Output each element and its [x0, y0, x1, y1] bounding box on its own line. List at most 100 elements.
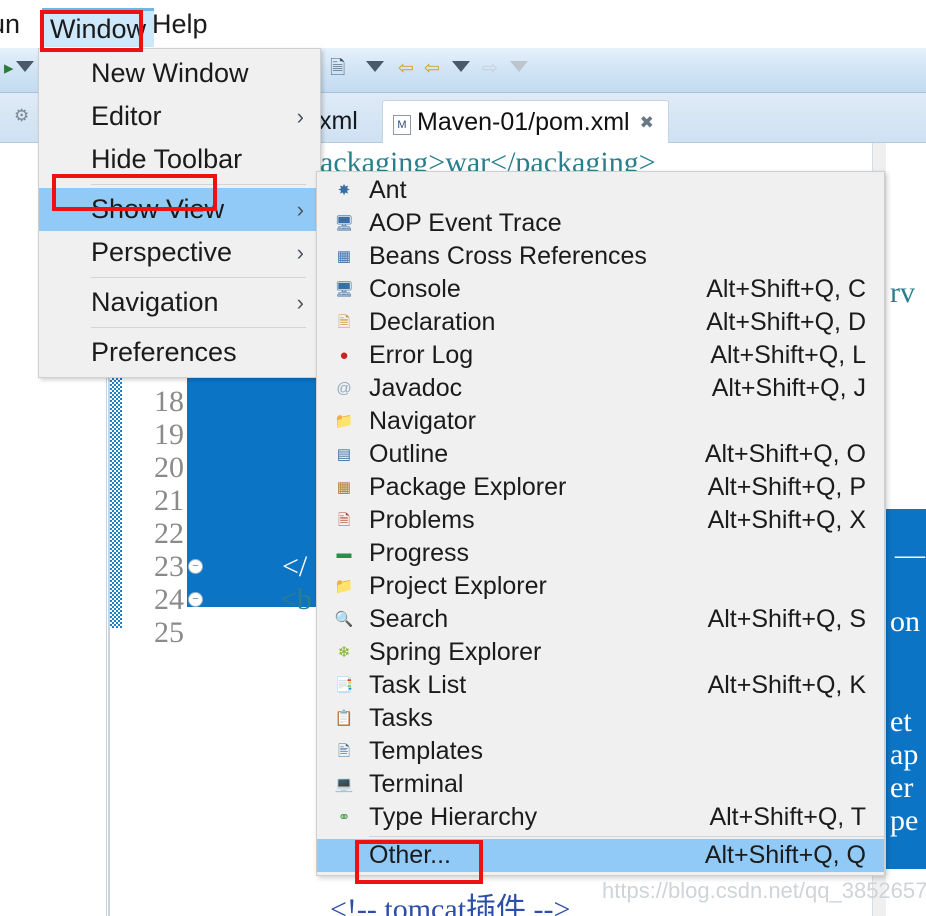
show-view-item-label: Package Explorer — [369, 473, 567, 501]
show-view-item-outline[interactable]: ▤ Outline Alt+Shift+Q, O — [317, 438, 884, 471]
javadoc-icon: @ — [336, 380, 352, 397]
tab-active-label: Maven-01/pom.xml — [417, 108, 630, 136]
show-view-item-label: Spring Explorer — [369, 638, 542, 666]
menu-item-label: Preferences — [91, 337, 237, 367]
progress-icon: ▬ — [336, 545, 352, 562]
menu-item-label: Perspective — [91, 237, 233, 267]
maven-file-icon: M — [393, 115, 411, 135]
eclipse-ide-window: 12 13 14 15 16 17 18 19 20 21 22 23 24 2… — [0, 0, 926, 916]
toolbar-forward-icon[interactable]: ⇨ — [482, 58, 498, 80]
show-view-item-spring-explorer[interactable]: ❄ Spring Explorer — [317, 636, 884, 669]
show-view-item-label: AOP Event Trace — [369, 209, 562, 237]
menu-item-new-window[interactable]: New Window — [39, 52, 320, 95]
toolbar-back-caret[interactable] — [452, 61, 470, 72]
outline-icon: ▤ — [336, 446, 352, 463]
show-view-item-label: Task List — [369, 671, 467, 699]
menubar-item-help[interactable]: Help — [152, 8, 208, 40]
show-view-item-aop-event-trace[interactable]: 🖥 AOP Event Trace — [317, 207, 884, 240]
show-view-item-label: Project Explorer — [369, 572, 547, 600]
show-view-item-label: Search — [369, 605, 449, 633]
code-fragment-right: et — [890, 705, 912, 738]
menu-item-show-view[interactable]: Show View › — [39, 188, 320, 231]
toolbar-back-history-icon[interactable]: ⇦ — [398, 58, 414, 80]
toolbar-back-icon[interactable]: ⇦ — [424, 58, 440, 80]
show-view-item-label: Beans Cross References — [369, 242, 647, 270]
show-view-item-search[interactable]: 🔍 Search Alt+Shift+Q, S — [317, 603, 884, 636]
show-view-item-shortcut: Alt+Shift+Q, P — [707, 473, 866, 501]
show-view-item-progress[interactable]: ▬ Progress — [317, 537, 884, 570]
menubar-item-run[interactable]: un — [0, 8, 20, 40]
show-view-item-label: Templates — [369, 737, 483, 765]
aop-event-trace-icon: 🖥 — [334, 215, 354, 232]
show-view-item-label: Console — [369, 275, 461, 303]
show-view-item-shortcut: Alt+Shift+Q, J — [711, 374, 866, 402]
show-view-item-ant[interactable]: ✸ Ant — [317, 174, 884, 207]
show-view-item-type-hierarchy[interactable]: ⚭ Type Hierarchy Alt+Shift+Q, T — [317, 801, 884, 834]
console-icon: 🖥 — [334, 281, 354, 298]
code-fragment: </ — [282, 550, 308, 583]
show-view-item-project-explorer[interactable]: 📁 Project Explorer — [317, 570, 884, 603]
close-icon[interactable]: ✖ — [640, 101, 654, 144]
toolbar-forward-caret[interactable] — [510, 61, 528, 72]
show-view-item-terminal[interactable]: 💻 Terminal — [317, 768, 884, 801]
show-view-item-task-list[interactable]: 📑 Task List Alt+Shift+Q, K — [317, 669, 884, 702]
toolbar-run-icon[interactable]: ▸ — [4, 58, 14, 80]
line-number: 18 — [154, 385, 184, 418]
menubar-item-window[interactable]: Window — [42, 8, 155, 47]
toolbar-last-edit-caret[interactable] — [366, 61, 384, 72]
show-view-item-error-log[interactable]: ● Error Log Alt+Shift+Q, L — [317, 339, 884, 372]
show-view-item-shortcut: Alt+Shift+Q, D — [706, 308, 866, 336]
perspective-switch-icon[interactable]: ⚙ — [14, 106, 29, 126]
fold-marker[interactable]: − — [188, 559, 203, 574]
show-view-item-beans-cross-references[interactable]: ▦ Beans Cross References — [317, 240, 884, 273]
show-view-item-package-explorer[interactable]: ▦ Package Explorer Alt+Shift+Q, P — [317, 471, 884, 504]
project-explorer-icon: 📁 — [334, 578, 354, 595]
show-view-item-shortcut: Alt+Shift+Q, S — [707, 605, 866, 633]
problems-icon: 🗎 — [337, 512, 351, 529]
menu-item-editor[interactable]: Editor › — [39, 95, 320, 138]
folding-selection-strip — [110, 338, 122, 628]
menu-item-navigation[interactable]: Navigation › — [39, 281, 320, 324]
show-view-item-label: Error Log — [369, 341, 474, 369]
menu-bar[interactable]: un Window Help — [0, 0, 926, 48]
show-view-item-navigator[interactable]: 📁 Navigator — [317, 405, 884, 438]
search-icon: 🔍 — [334, 611, 354, 628]
tab-maven-pom[interactable]: M Maven-01/pom.xml ✖ — [382, 100, 669, 143]
show-view-item-problems[interactable]: 🗎 Problems Alt+Shift+Q, X — [317, 504, 884, 537]
menu-item-label: New Window — [91, 58, 249, 88]
navigator-icon: 📁 — [334, 413, 354, 430]
toolbar-run-dropdown-caret[interactable] — [16, 61, 34, 72]
toolbar-last-edit-icon[interactable]: 🗎 — [330, 58, 345, 80]
code-fragment-right: rv — [890, 276, 915, 309]
code-fragment-right: on — [890, 605, 920, 638]
show-view-item-templates[interactable]: 🖹 Templates — [317, 735, 884, 768]
show-view-item-declaration[interactable]: 🗎 Declaration Alt+Shift+Q, D — [317, 306, 884, 339]
menu-item-perspective[interactable]: Perspective › — [39, 231, 320, 274]
show-view-item-javadoc[interactable]: @ Javadoc Alt+Shift+Q, J — [317, 372, 884, 405]
window-dropdown-menu[interactable]: New Window Editor › Hide Toolbar Show Vi… — [38, 48, 321, 378]
menu-separator — [369, 836, 884, 837]
show-view-submenu[interactable]: ✸ Ant 🖥 AOP Event Trace ▦ Beans Cross Re… — [316, 171, 885, 876]
menu-item-label: Navigation — [91, 287, 219, 317]
chevron-right-icon: › — [296, 240, 304, 265]
error-log-icon: ● — [339, 347, 349, 364]
line-number: 24 — [154, 583, 184, 616]
show-view-item-console[interactable]: 🖥 Console Alt+Shift+Q, C — [317, 273, 884, 306]
show-view-item-label: Type Hierarchy — [369, 803, 538, 831]
tasks-icon: 📋 — [334, 710, 354, 727]
show-view-item-tasks[interactable]: 📋 Tasks — [317, 702, 884, 735]
spring-explorer-icon: ❄ — [337, 644, 351, 661]
task-list-icon: 📑 — [334, 677, 354, 694]
code-fragment-right: er — [890, 771, 914, 804]
terminal-icon: 💻 — [334, 776, 354, 793]
menu-item-preferences[interactable]: Preferences — [39, 331, 320, 374]
code-fragment-right: — — [895, 538, 925, 571]
code-fragment-right: pe — [890, 804, 919, 837]
line-number: 23 — [154, 550, 184, 583]
code-fragment-right: ap — [890, 738, 919, 771]
fold-marker[interactable]: − — [188, 592, 203, 607]
menu-item-hide-toolbar[interactable]: Hide Toolbar — [39, 138, 320, 181]
beans-cross-references-icon: ▦ — [336, 248, 352, 265]
show-view-item-label: Ant — [369, 176, 407, 204]
show-view-item-other[interactable]: Other... Alt+Shift+Q, Q — [317, 839, 884, 872]
